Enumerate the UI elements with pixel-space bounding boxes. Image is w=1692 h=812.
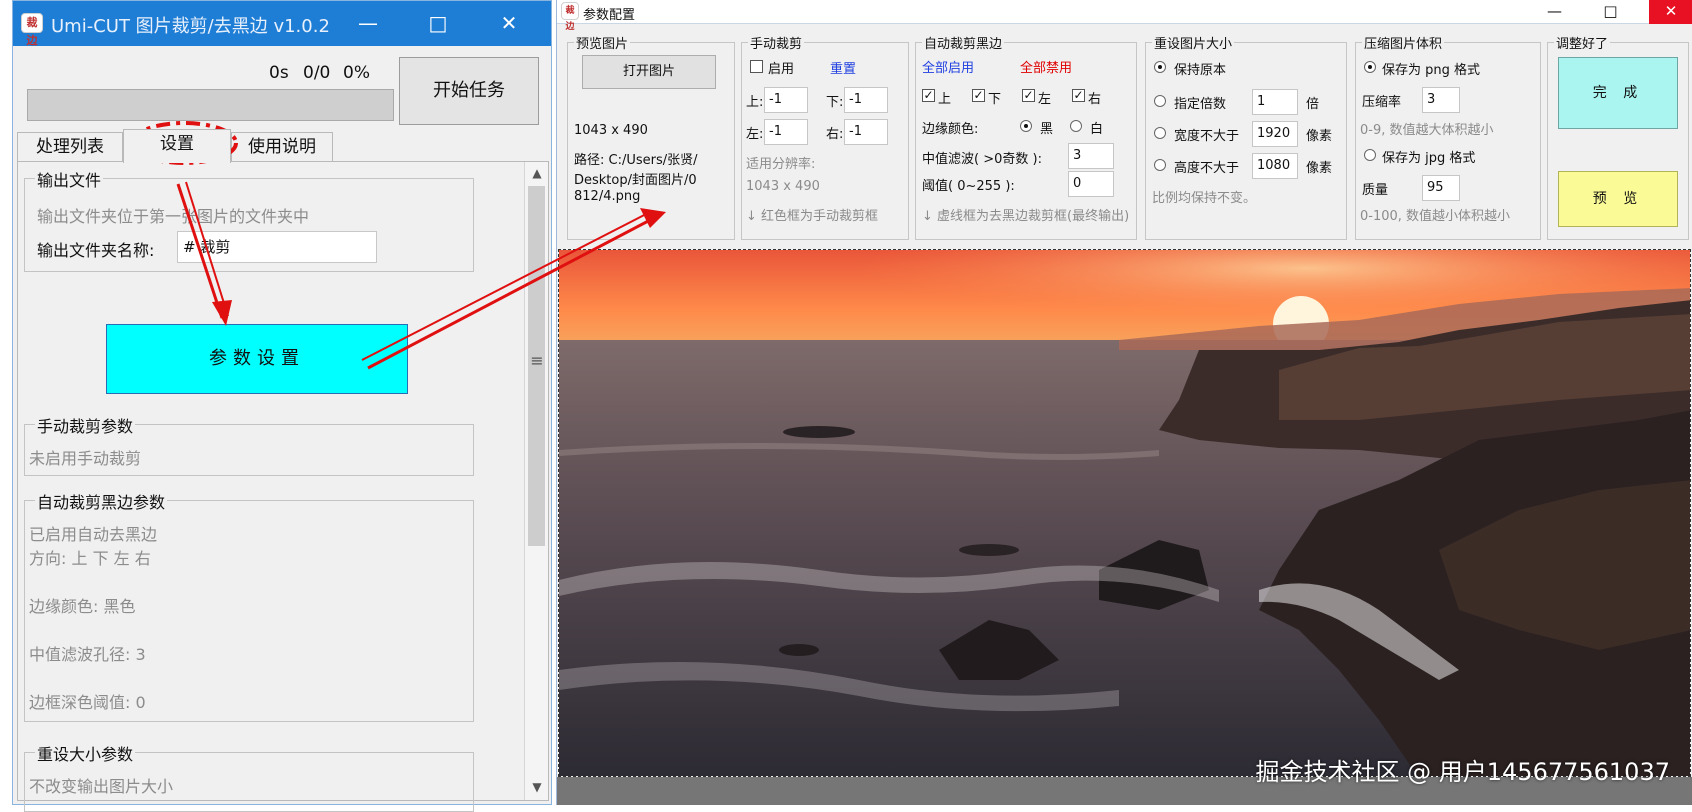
annotation-overlay (130, 121, 666, 370)
red-arrow (367, 216, 655, 370)
tab-settings[interactable]: 设置 (123, 129, 231, 163)
red-arrow (176, 183, 224, 319)
red-arrow (361, 211, 651, 361)
red-arrow-head (212, 300, 232, 326)
red-arrow-head (640, 208, 666, 228)
watermark: 掘金技术社区 @ 用户145677561037 (1255, 758, 1671, 786)
red-arrow (185, 181, 229, 317)
